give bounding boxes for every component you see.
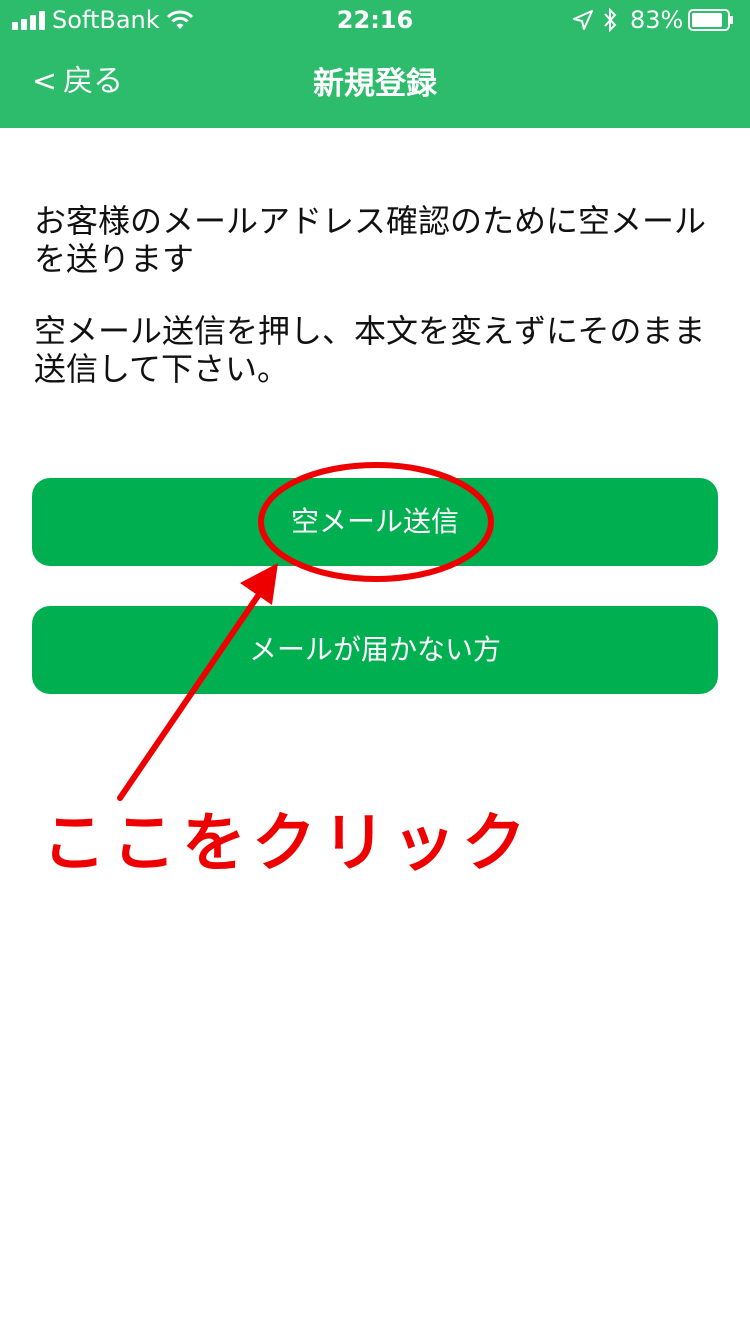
bluetooth-icon bbox=[604, 7, 617, 33]
app-header: SoftBank 22:16 83% < 戻る 新規登録 bbox=[0, 0, 750, 128]
page-title: 新規登録 bbox=[313, 66, 437, 102]
instruction-text: お客様のメールアドレス確認のために空メールを送ります 空メール送信を押し、本文を… bbox=[34, 202, 718, 422]
mail-not-received-button[interactable]: メールが届かない方 bbox=[32, 606, 718, 694]
instruction-line-2: 空メール送信を押し、本文を変えずにそのまま送信して下さい。 bbox=[34, 312, 706, 388]
instruction-line-1: お客様のメールアドレス確認のために空メールを送ります bbox=[34, 202, 707, 278]
navigation-bar: < 戻る 新規登録 bbox=[0, 40, 750, 128]
send-empty-mail-button[interactable]: 空メール送信 bbox=[32, 478, 718, 566]
status-bar: SoftBank 22:16 83% bbox=[0, 0, 750, 40]
battery-percentage: 83% bbox=[630, 6, 684, 34]
click-here-annotation: ここをクリック bbox=[42, 807, 532, 881]
annotation-arrow-head bbox=[240, 563, 278, 605]
battery-icon bbox=[688, 9, 733, 31]
location-arrow-icon bbox=[573, 10, 593, 30]
